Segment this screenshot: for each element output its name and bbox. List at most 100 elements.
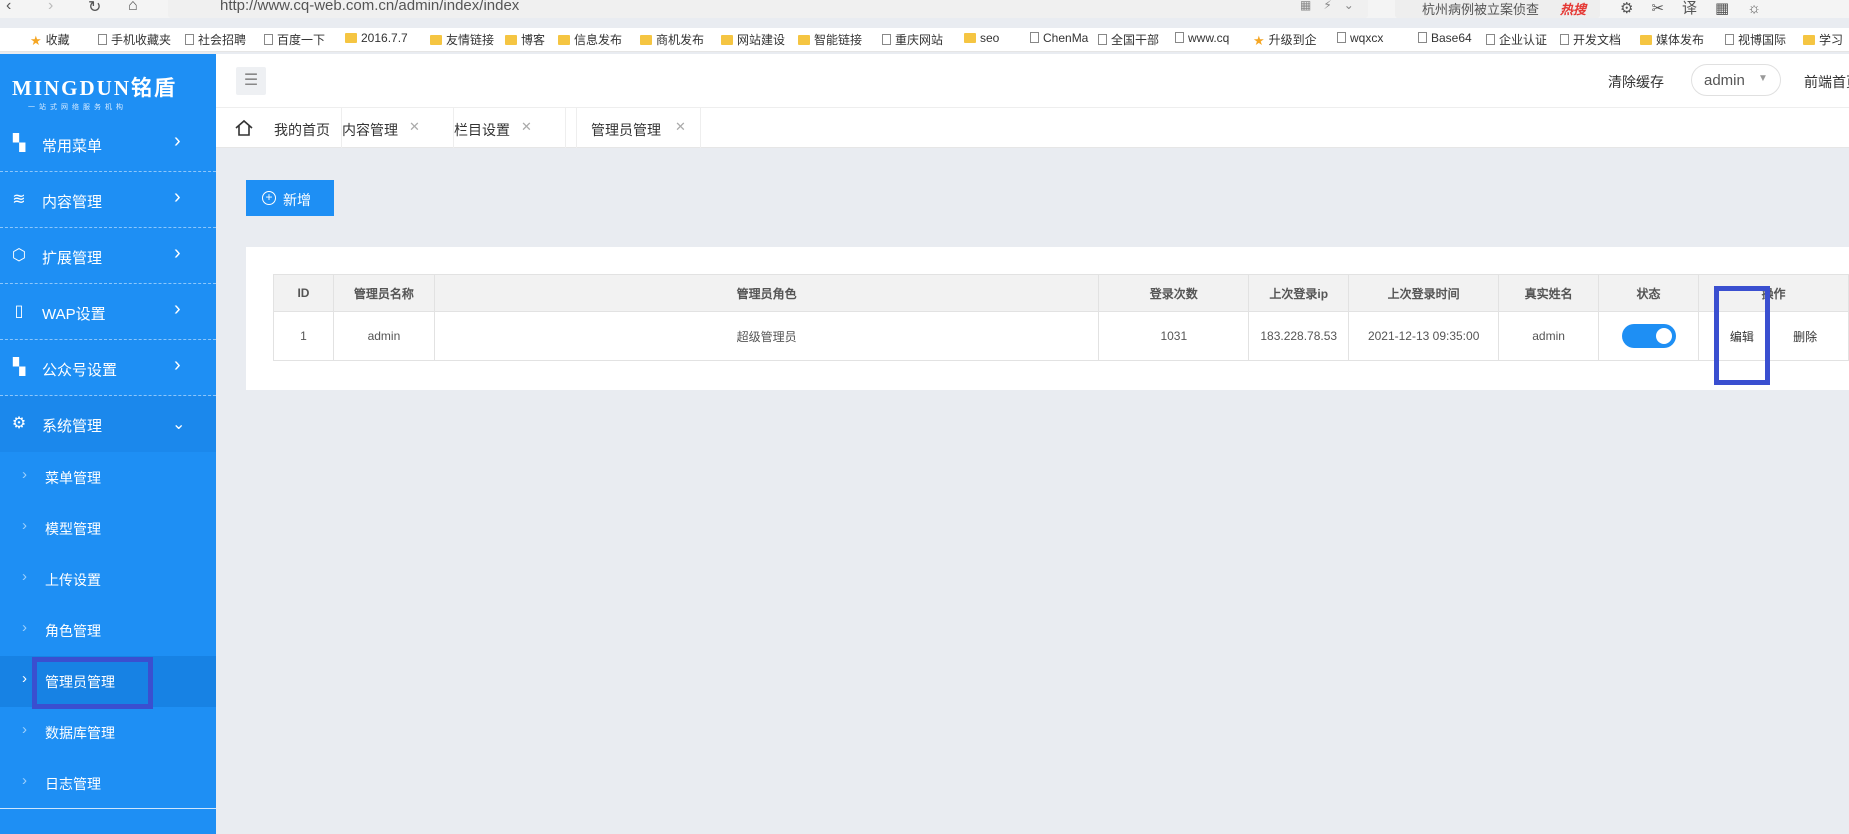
browser-tool-icons[interactable]: ⚙✂译▦☼	[1620, 0, 1779, 18]
bookmark-item[interactable]: Base64	[1418, 31, 1472, 45]
forward-icon[interactable]: ›	[48, 0, 53, 15]
tablet-icon: ▯	[14, 303, 24, 320]
column-header: 登录次数	[1098, 274, 1250, 312]
bookmark-item[interactable]: wqxcx	[1337, 31, 1383, 45]
top-header: ☰ 清除缓存 admin ▼ 前端首页	[216, 54, 1849, 108]
menu-common[interactable]: ▚ 常用菜单 ›	[0, 116, 216, 172]
column-header: 真实姓名	[1498, 274, 1600, 312]
submenu-log[interactable]: › 日志管理	[0, 758, 216, 809]
back-icon[interactable]: ‹	[6, 0, 11, 15]
bookmark-item[interactable]: 网站建设	[721, 31, 785, 48]
menu-content[interactable]: ≋ 内容管理 ›	[0, 172, 216, 228]
folder-icon	[1640, 35, 1652, 45]
tab-label: 栏目设置	[454, 122, 510, 138]
menu-system[interactable]: ⚙ 系统管理 ⌄	[0, 396, 216, 452]
bookmark-item[interactable]: 视博国际	[1725, 31, 1786, 48]
column-header: 状态	[1598, 274, 1699, 312]
add-button[interactable]: + 新增	[246, 180, 334, 216]
logo[interactable]: MINGDUN铭盾 一站式网络服务机构	[0, 54, 216, 116]
logo-tagline: 一站式网络服务机构	[28, 104, 127, 111]
admin-table: ID 管理员名称 管理员角色 登录次数 上次登录ip 上次登录时间 真实姓名 状…	[273, 274, 1849, 361]
bookmark-item[interactable]: seo	[964, 31, 999, 45]
cell-last-time: 2021-12-13 09:35:00	[1348, 311, 1500, 361]
bookmark-item[interactable]: ★ 收藏	[30, 31, 70, 49]
page-icon	[185, 34, 194, 45]
grid-icon: ▚	[12, 135, 26, 152]
bookmark-item[interactable]: 智能链接	[798, 31, 862, 48]
home-icon[interactable]: ⌂	[128, 0, 138, 15]
close-icon[interactable]: ✕	[409, 119, 420, 135]
delete-button[interactable]: 删除	[1793, 328, 1817, 345]
address-url[interactable]: http://www.cq-web.com.cn/admin/index/ind…	[220, 0, 519, 14]
bookmark-item[interactable]: 博客	[505, 31, 545, 48]
page-icon	[1337, 32, 1346, 43]
sidebar: MINGDUN铭盾 一站式网络服务机构 ▚ 常用菜单 › ≋ 内容管理 › ⬡ …	[0, 54, 216, 834]
chevron-right-icon: ›	[22, 619, 27, 636]
address-action-icons[interactable]: ▦⚡⌄	[1300, 0, 1366, 12]
bookmark-label: www.cq	[1188, 31, 1230, 45]
bookmark-item[interactable]: 百度一下	[264, 31, 325, 48]
submenu-upload[interactable]: › 上传设置	[0, 554, 216, 605]
bookmark-item[interactable]: 商机发布	[640, 31, 704, 48]
cube-icon: ⬡	[12, 247, 26, 264]
chevron-right-icon: ›	[22, 517, 27, 534]
bookmark-item[interactable]: 信息发布	[558, 31, 622, 48]
bookmark-label: 全国干部	[1111, 33, 1160, 47]
bookmark-item[interactable]: 友情链接	[430, 31, 494, 48]
bookmark-item[interactable]: www.cq	[1175, 31, 1229, 45]
page-icon	[1030, 32, 1039, 43]
menu-toggle-icon[interactable]: ☰	[236, 67, 266, 95]
bookmark-item[interactable]: 社会招聘	[185, 31, 246, 48]
cell-id: 1	[273, 311, 334, 361]
bookmark-item[interactable]: 重庆网站	[882, 31, 943, 48]
add-button-label: 新增	[283, 192, 311, 208]
bookmark-item[interactable]: 2016.7.7	[345, 31, 408, 45]
bookmark-label: 网站建设	[737, 33, 786, 47]
submenu-menu[interactable]: › 菜单管理	[0, 452, 216, 503]
bookmark-item[interactable]: 学习	[1803, 31, 1843, 48]
bookmark-item[interactable]: 全国干部	[1098, 31, 1159, 48]
tab-home[interactable]: 我的首页	[216, 108, 342, 148]
chevron-right-icon: ›	[174, 186, 181, 208]
page-icon	[1486, 34, 1495, 45]
folder-icon	[1803, 35, 1815, 45]
status-toggle[interactable]	[1621, 324, 1676, 348]
plus-circle-icon: +	[262, 191, 276, 205]
clear-cache-link[interactable]: 清除缓存	[1608, 72, 1664, 92]
cell-name: admin	[332, 311, 435, 361]
bookmark-label: 百度一下	[277, 33, 326, 47]
menu-extension[interactable]: ⬡ 扩展管理 ›	[0, 228, 216, 284]
submenu-role[interactable]: › 角色管理	[0, 605, 216, 656]
cell-last-ip: 183.228.78.53	[1248, 311, 1350, 361]
bookmark-label: 手机收藏夹	[111, 33, 172, 47]
tab-content[interactable]: 内容管理 ✕	[342, 108, 454, 148]
close-icon[interactable]: ✕	[675, 119, 686, 135]
front-page-link[interactable]: 前端首页	[1804, 72, 1849, 92]
column-header: 管理员名称	[332, 274, 435, 312]
tab-admin[interactable]: 管理员管理 ✕	[576, 108, 701, 148]
phone-icon	[98, 34, 107, 45]
bookmark-label: 媒体发布	[1656, 33, 1705, 47]
bookmark-item[interactable]: ★ 升级到企	[1253, 31, 1317, 49]
folder-icon	[964, 33, 976, 43]
menu-wechat[interactable]: ▚ 公众号设置 ›	[0, 340, 216, 396]
submenu-database[interactable]: › 数据库管理	[0, 707, 216, 758]
bookmark-item[interactable]: 媒体发布	[1640, 31, 1704, 48]
column-header: 管理员角色	[433, 274, 1100, 312]
submenu-model[interactable]: › 模型管理	[0, 503, 216, 554]
bookmark-item[interactable]: ChenMa	[1030, 31, 1088, 45]
submenu-label: 数据库管理	[45, 725, 115, 741]
close-icon[interactable]: ✕	[521, 119, 532, 135]
tab-column[interactable]: 栏目设置 ✕	[454, 108, 566, 148]
bookmark-item[interactable]: 手机收藏夹	[98, 31, 171, 48]
user-dropdown[interactable]: admin ▼	[1691, 64, 1781, 96]
browser-search-text[interactable]: 杭州病例被立案侦查	[1422, 0, 1539, 18]
bookmark-item[interactable]: 开发文档	[1560, 31, 1621, 48]
folder-icon	[345, 33, 357, 43]
star-icon: ★	[1253, 33, 1265, 48]
menu-wap[interactable]: ▯ WAP设置 ›	[0, 284, 216, 340]
bookmark-label: 博客	[521, 33, 546, 47]
star-icon: ★	[30, 33, 42, 48]
refresh-icon[interactable]: ↻	[88, 0, 101, 17]
bookmark-item[interactable]: 企业认证	[1486, 31, 1547, 48]
